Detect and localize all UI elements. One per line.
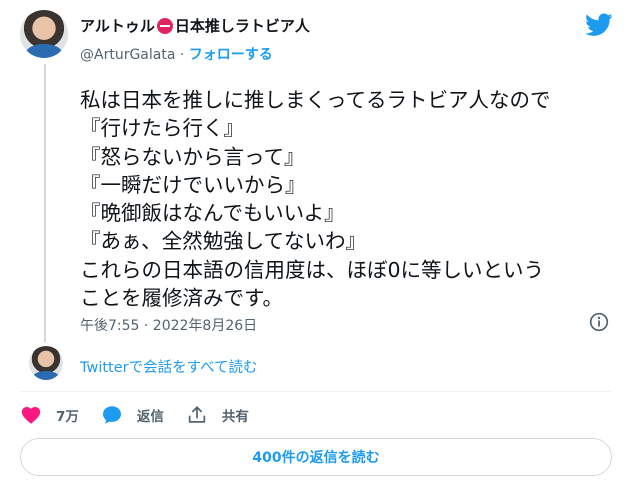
info-icon[interactable] [589, 312, 609, 332]
tweet-timestamp[interactable]: 午後7:55 · 2022年8月26日 [80, 315, 257, 335]
like-count: 7万 [56, 409, 79, 425]
author-name-part2: 日本推しラトビア人 [174, 17, 310, 35]
share-label: 共有 [221, 409, 249, 425]
twitter-bird-icon[interactable] [585, 13, 613, 37]
author-handle[interactable]: @ArturGalata [80, 47, 175, 63]
handle-separator: · [179, 47, 185, 63]
divider [20, 391, 611, 392]
follow-link[interactable]: フォローする [189, 47, 273, 63]
thread-line [44, 64, 46, 342]
like-button[interactable]: 7万 [20, 404, 79, 426]
tweet-text: 私は日本を推しに推しまくってるラトビア人なので 『行けたら行く』 『怒らないから… [80, 88, 551, 311]
author-avatar[interactable] [20, 10, 68, 58]
share-button[interactable]: 共有 [186, 404, 249, 426]
author-name-part1: アルトゥル [80, 17, 155, 35]
viewer-avatar [29, 346, 63, 380]
reply-bubble-icon [102, 406, 121, 424]
author-handle-row: @ArturGalata · フォローする [80, 44, 273, 64]
read-conversation-link[interactable]: Twitterで会話をすべて読む [80, 356, 258, 377]
reply-label: 返信 [136, 409, 164, 425]
share-icon [188, 406, 206, 423]
author-display-name[interactable]: アルトゥル 日本推しラトビア人 [80, 15, 310, 36]
no-entry-icon [156, 17, 173, 34]
tweet-actions: 7万 返信 共有 [20, 402, 271, 428]
read-replies-button[interactable]: 400件の返信を読む [20, 438, 612, 476]
reply-button[interactable]: 返信 [101, 404, 164, 426]
heart-icon [21, 407, 41, 424]
